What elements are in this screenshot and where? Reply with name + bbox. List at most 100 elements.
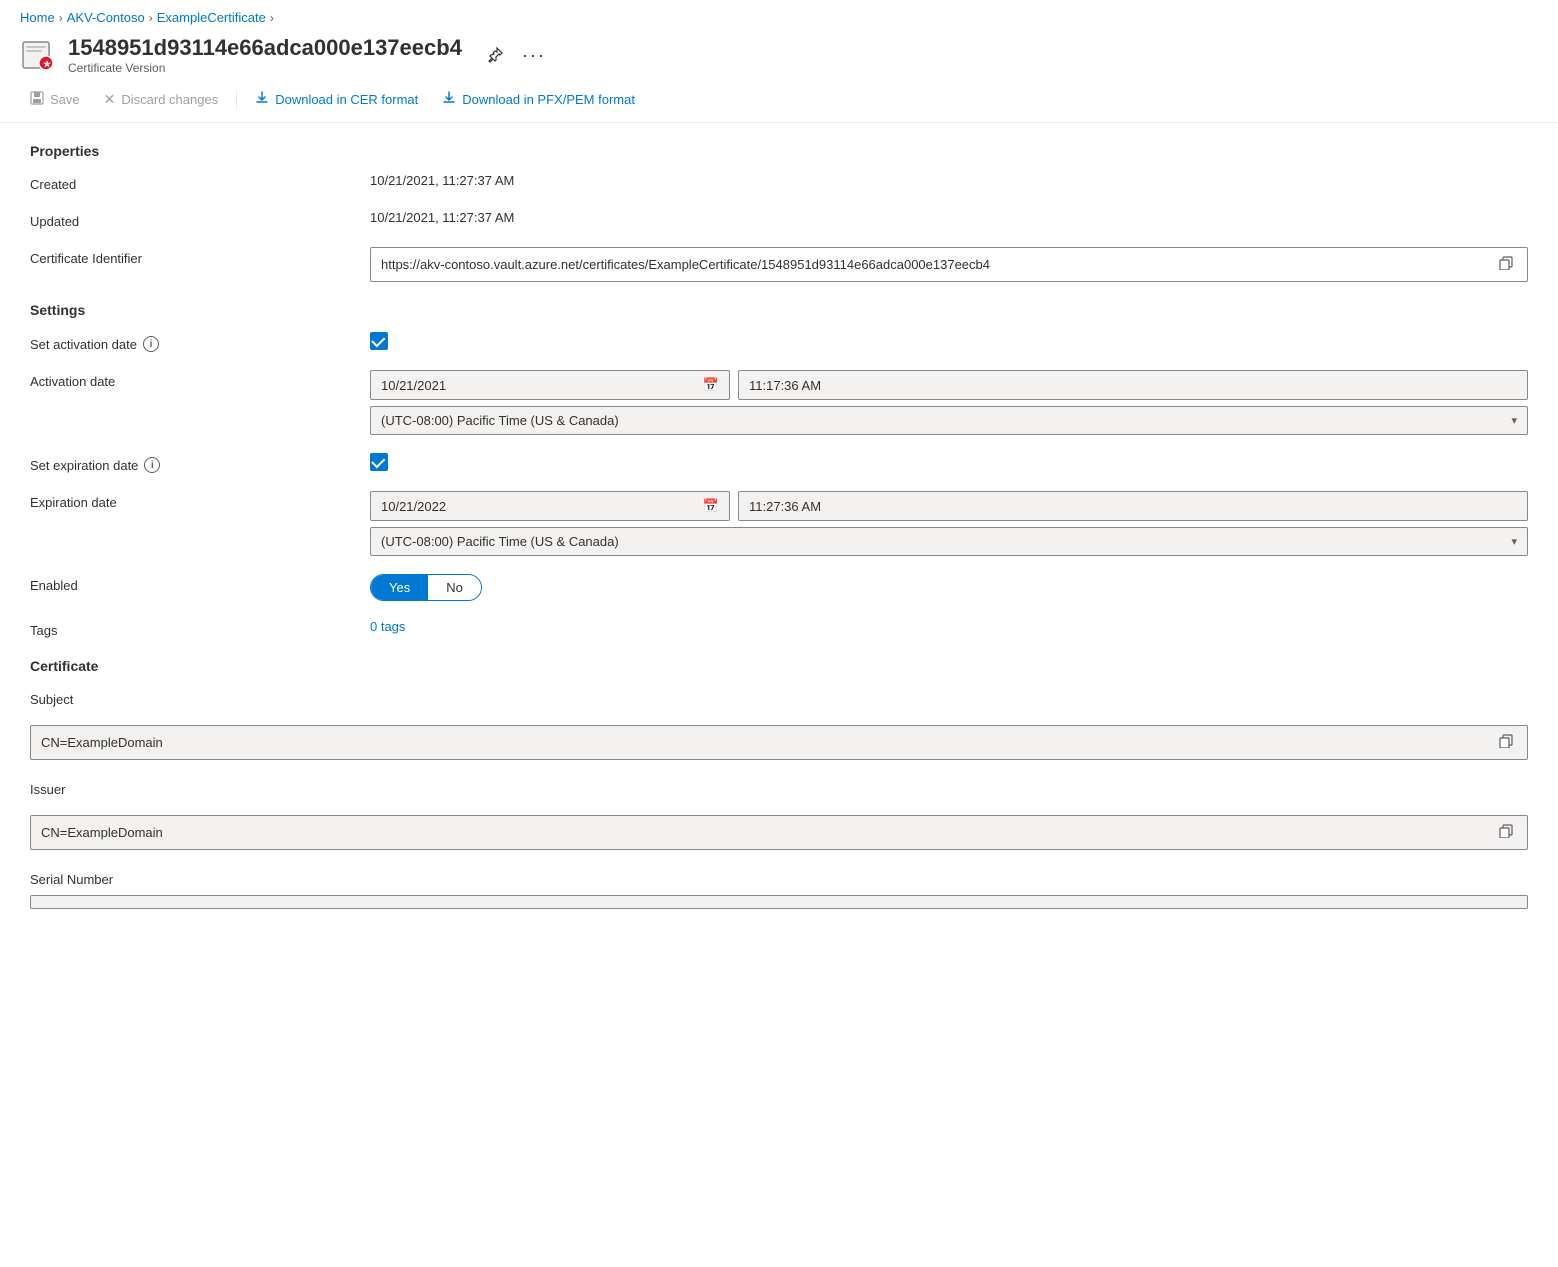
enabled-row: Enabled Yes No [30, 574, 1528, 601]
header-actions: ··· [482, 42, 550, 68]
save-button[interactable]: Save [20, 85, 90, 114]
download-cer-label: Download in CER format [275, 92, 418, 107]
breadcrumb-home[interactable]: Home [20, 10, 55, 25]
content-area: Properties Created 10/21/2021, 11:27:37 … [0, 123, 1558, 949]
activation-checkbox[interactable] [370, 332, 388, 350]
tags-value: 0 tags [370, 619, 1528, 634]
expiration-date-inputs: 10/21/2022 📅 11:27:36 AM (UTC-08:00) Pac… [370, 491, 1528, 556]
issuer-field: CN=ExampleDomain [30, 815, 1528, 850]
serial-field-row [30, 895, 1528, 909]
download-pfx-label: Download in PFX/PEM format [462, 92, 635, 107]
breadcrumb-cert[interactable]: ExampleCertificate [157, 10, 266, 25]
expiration-checkbox[interactable] [370, 453, 388, 471]
issuer-field-row: CN=ExampleDomain [30, 815, 1528, 850]
pin-button[interactable] [482, 42, 508, 68]
download-pfx-icon [442, 91, 456, 108]
settings-section-header: Settings [30, 302, 1528, 318]
enabled-toggle-area: Yes No [370, 574, 1528, 601]
calendar-icon-expiration: 📅 [703, 498, 719, 514]
updated-label: Updated [30, 210, 370, 229]
activation-date-row: Activation date 10/21/2021 📅 11:17:36 AM… [30, 370, 1528, 435]
tags-link[interactable]: 0 tags [370, 619, 405, 634]
download-cer-button[interactable]: Download in CER format [245, 85, 428, 114]
activation-date-label: Activation date [30, 370, 370, 389]
created-label: Created [30, 173, 370, 192]
properties-section-header: Properties [30, 143, 1528, 159]
issuer-label: Issuer [30, 778, 370, 797]
save-icon [30, 91, 44, 108]
more-button[interactable]: ··· [518, 42, 550, 68]
activation-timezone-chevron: ▾ [1511, 414, 1517, 427]
expiration-timezone-select[interactable]: (UTC-08:00) Pacific Time (US & Canada) ▾ [370, 527, 1528, 556]
expiration-timezone-chevron: ▾ [1511, 535, 1517, 548]
subject-text: CN=ExampleDomain [41, 735, 1487, 750]
discard-icon: ✕ [104, 91, 116, 108]
download-pfx-button[interactable]: Download in PFX/PEM format [432, 85, 645, 114]
set-expiration-checkbox-area [370, 453, 1528, 471]
activation-timezone-select[interactable]: (UTC-08:00) Pacific Time (US & Canada) ▾ [370, 406, 1528, 435]
expiration-date-field[interactable]: 10/21/2022 📅 [370, 491, 730, 521]
created-row: Created 10/21/2021, 11:27:37 AM [30, 173, 1528, 192]
title-group: 1548951d93114e66adca000e137eecb4 Certifi… [68, 35, 462, 75]
activation-time-text: 11:17:36 AM [749, 378, 821, 393]
expiration-date-text: 10/21/2022 [381, 499, 697, 514]
issuer-text: CN=ExampleDomain [41, 825, 1487, 840]
identifier-label: Certificate Identifier [30, 247, 370, 266]
expiration-timezone-text: (UTC-08:00) Pacific Time (US & Canada) [381, 534, 1507, 549]
page-subtitle: Certificate Version [68, 61, 462, 75]
toolbar-divider [236, 90, 237, 110]
tags-label: Tags [30, 619, 370, 638]
issuer-row: Issuer [30, 778, 1528, 797]
activation-checkbox-container [370, 332, 1528, 350]
tags-row: Tags 0 tags [30, 619, 1528, 638]
set-activation-checkbox-area [370, 332, 1528, 350]
created-value: 10/21/2021, 11:27:37 AM [370, 173, 1528, 188]
breadcrumb-sep2: › [149, 11, 153, 25]
copy-identifier-button[interactable] [1495, 254, 1517, 275]
enabled-toggle: Yes No [370, 574, 482, 601]
subject-field-row: CN=ExampleDomain [30, 725, 1528, 760]
discard-button[interactable]: ✕ Discard changes [94, 85, 229, 114]
page-title: 1548951d93114e66adca000e137eecb4 [68, 35, 462, 61]
discard-label: Discard changes [121, 92, 218, 107]
save-label: Save [50, 92, 80, 107]
page-header: ★ 1548951d93114e66adca000e137eecb4 Certi… [0, 31, 1558, 77]
breadcrumb-sep3: › [270, 11, 274, 25]
activation-timezone-text: (UTC-08:00) Pacific Time (US & Canada) [381, 413, 1507, 428]
expiration-date-group: 10/21/2022 📅 11:27:36 AM [370, 491, 1528, 521]
certificate-icon: ★ [20, 37, 56, 73]
serial-label: Serial Number [30, 868, 370, 887]
set-expiration-row: Set expiration date i [30, 453, 1528, 473]
activation-time-field[interactable]: 11:17:36 AM [738, 370, 1528, 400]
expiration-checkbox-container [370, 453, 1528, 471]
expiration-date-label: Expiration date [30, 491, 370, 510]
enabled-no-button[interactable]: No [428, 575, 481, 600]
breadcrumb-sep1: › [59, 11, 63, 25]
set-expiration-label: Set expiration date i [30, 453, 370, 473]
set-activation-row: Set activation date i [30, 332, 1528, 352]
identifier-text: https://akv-contoso.vault.azure.net/cert… [381, 257, 1487, 272]
activation-info-icon: i [143, 336, 159, 352]
expiration-info-icon: i [144, 457, 160, 473]
breadcrumb-vault[interactable]: AKV-Contoso [67, 10, 145, 25]
breadcrumb: Home › AKV-Contoso › ExampleCertificate … [0, 0, 1558, 31]
expiration-time-field[interactable]: 11:27:36 AM [738, 491, 1528, 521]
copy-issuer-button[interactable] [1495, 822, 1517, 843]
enabled-yes-button[interactable]: Yes [371, 575, 428, 600]
svg-text:★: ★ [43, 59, 52, 69]
identifier-row: Certificate Identifier https://akv-conto… [30, 247, 1528, 282]
activation-date-inputs: 10/21/2021 📅 11:17:36 AM (UTC-08:00) Pac… [370, 370, 1528, 435]
activation-date-group: 10/21/2021 📅 11:17:36 AM [370, 370, 1528, 400]
activation-date-field[interactable]: 10/21/2021 📅 [370, 370, 730, 400]
identifier-box: https://akv-contoso.vault.azure.net/cert… [370, 247, 1528, 282]
updated-row: Updated 10/21/2021, 11:27:37 AM [30, 210, 1528, 229]
updated-value: 10/21/2021, 11:27:37 AM [370, 210, 1528, 225]
copy-subject-button[interactable] [1495, 732, 1517, 753]
serial-row: Serial Number [30, 868, 1528, 887]
subject-row: Subject [30, 688, 1528, 707]
toolbar: Save ✕ Discard changes Download in CER f… [0, 77, 1558, 123]
activation-date-text: 10/21/2021 [381, 378, 697, 393]
subject-field: CN=ExampleDomain [30, 725, 1528, 760]
calendar-icon-activation: 📅 [703, 377, 719, 393]
set-activation-label: Set activation date i [30, 332, 370, 352]
